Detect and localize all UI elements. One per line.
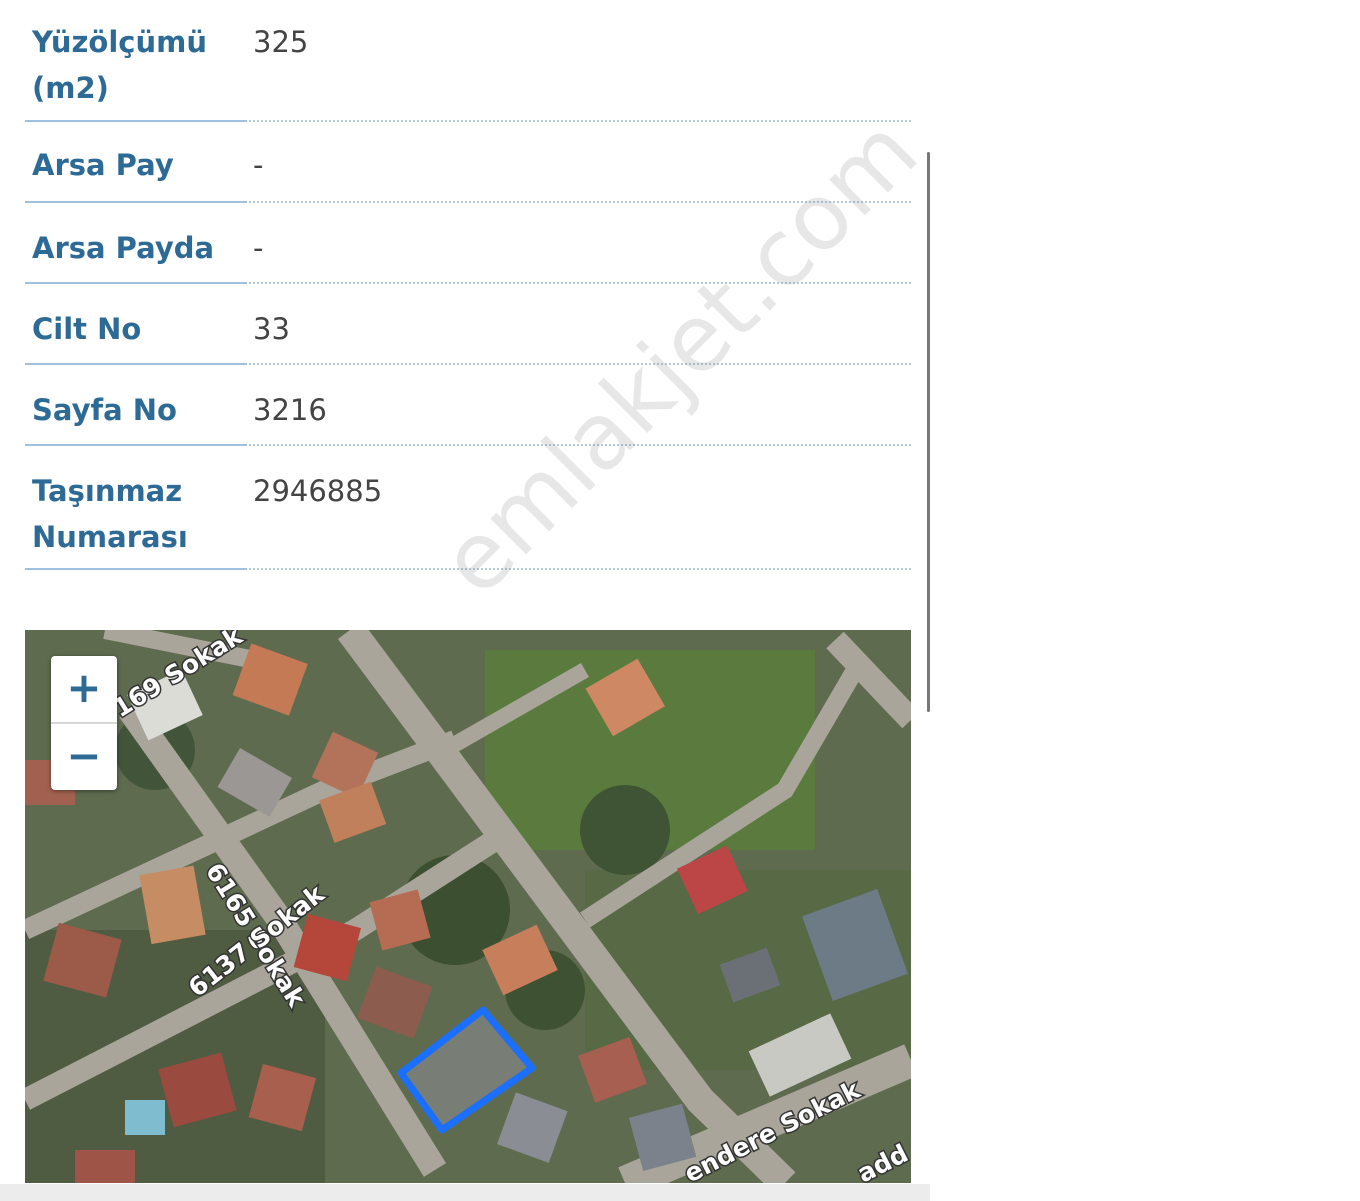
info-row-arsa-payda: Arsa Payda - (25, 203, 911, 284)
info-label-arsa-pay: Arsa Pay (32, 148, 174, 182)
info-row-arsa-pay: Arsa Pay - (25, 122, 911, 203)
info-value-arsa-payda: - (253, 231, 264, 265)
info-row-sayfa-no: Sayfa No 3216 (25, 365, 911, 446)
info-label-tasinmaz-no: Taşınmaz Numarası (32, 474, 188, 554)
bottom-strip (0, 1184, 930, 1201)
zoom-out-button[interactable]: − (51, 724, 117, 790)
info-value-arsa-pay: - (253, 148, 264, 182)
satellite-map[interactable]: 169 Sokak 6165 Sokak 6137 Sokak endere S… (25, 630, 911, 1183)
zoom-control: + − (51, 656, 117, 790)
info-row-area: Yüzölçümü (m2) 325 (25, 0, 911, 122)
info-value-tasinmaz-no: 2946885 (253, 474, 383, 508)
map-imagery: 169 Sokak 6165 Sokak 6137 Sokak endere S… (25, 630, 911, 1183)
info-row-cilt-no: Cilt No 33 (25, 284, 911, 365)
info-label-cilt-no: Cilt No (32, 312, 142, 346)
info-label-arsa-payda: Arsa Payda (32, 231, 215, 265)
info-row-tasinmaz-no: Taşınmaz Numarası 2946885 (25, 446, 911, 570)
info-value-cilt-no: 33 (253, 312, 290, 346)
zoom-in-button[interactable]: + (51, 656, 117, 722)
info-value-area: 325 (253, 25, 309, 59)
info-label-area: Yüzölçümü (m2) (32, 25, 207, 105)
info-label-sayfa-no: Sayfa No (32, 393, 177, 427)
parcel-info-table: Yüzölçümü (m2) 325 Arsa Pay - Arsa Payda … (25, 0, 911, 570)
info-value-sayfa-no: 3216 (253, 393, 327, 427)
scrollbar[interactable] (927, 152, 930, 712)
